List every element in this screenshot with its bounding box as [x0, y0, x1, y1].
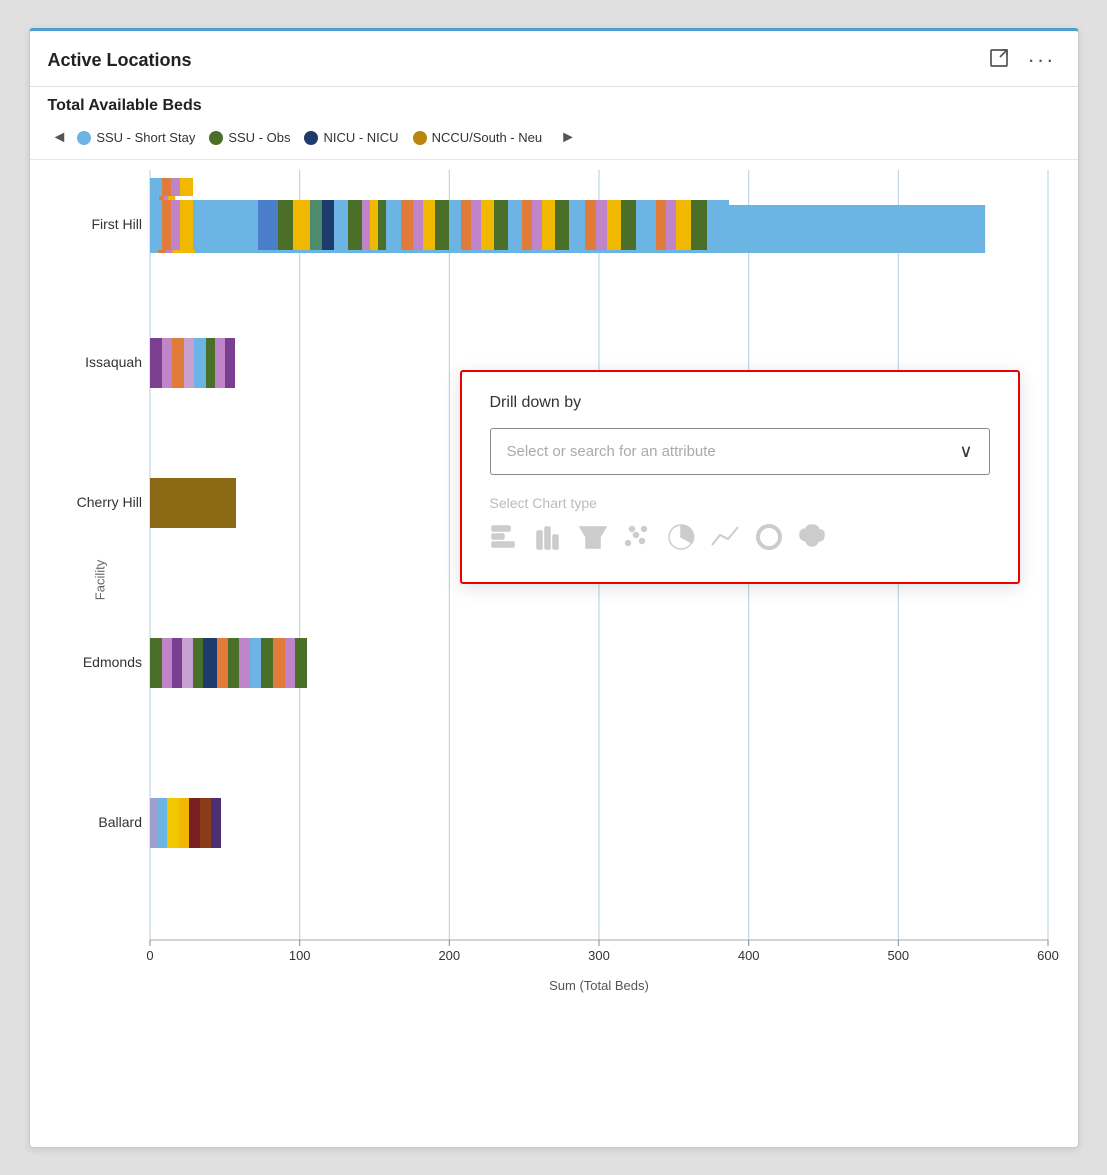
chevron-down-icon: ∨ — [959, 441, 972, 462]
donut-chart-icon[interactable] — [754, 523, 784, 558]
drill-select-dropdown[interactable]: Select or search for an attribute ∨ — [490, 428, 990, 475]
legend-next-button[interactable]: ► — [556, 127, 580, 149]
legend-label-ssu-obs: SSU - Obs — [228, 130, 290, 145]
drill-select-placeholder: Select or search for an attribute — [507, 443, 716, 460]
legend-item-ssu-short: SSU - Short Stay — [77, 130, 195, 145]
bar-chart-vertical-icon[interactable] — [534, 523, 564, 558]
card-title: Active Locations — [48, 50, 192, 71]
drill-down-popup: Drill down by Select or search for an at… — [460, 370, 1020, 584]
drill-down-title: Drill down by — [490, 394, 990, 412]
x-tick-500: 500 — [887, 948, 909, 963]
y-label-issaquah: Issaquah — [85, 354, 142, 370]
legend-dot-ssu-short — [77, 131, 91, 145]
card-header: Active Locations ··· — [30, 31, 1078, 87]
legend-item-nccu: NCCU/South - Neu — [413, 130, 543, 145]
first-hill-top-bar — [150, 178, 193, 196]
chart-inner: Facility — [150, 170, 1048, 990]
legend-bar: ◄ SSU - Short Stay SSU - Obs NICU - NICU… — [30, 121, 1078, 160]
card-actions: ··· — [984, 45, 1060, 76]
legend-dot-nicu — [304, 131, 318, 145]
wordcloud-chart-icon[interactable] — [798, 523, 832, 558]
legend-label-nccu: NCCU/South - Neu — [432, 130, 543, 145]
chart-title: Total Available Beds — [30, 87, 1078, 121]
ballard-bars — [150, 798, 221, 848]
y-label-edmonds: Edmonds — [82, 654, 141, 670]
legend-dot-ssu-obs — [209, 131, 223, 145]
x-axis-title: Sum (Total Beds) — [549, 978, 649, 993]
legend-dot-nccu — [413, 131, 427, 145]
legend-prev-button[interactable]: ◄ — [48, 127, 72, 149]
legend-item-nicu: NICU - NICU — [304, 130, 398, 145]
x-tick-400: 400 — [737, 948, 759, 963]
pie-chart-icon[interactable] — [666, 523, 696, 558]
y-label-cherry-hill: Cherry Hill — [76, 494, 141, 510]
first-hill-main-bar — [150, 200, 729, 250]
main-card: Active Locations ··· Total Available Bed… — [29, 28, 1079, 1148]
bar-chart-horizontal-icon[interactable] — [490, 523, 520, 558]
x-tick-600: 600 — [1037, 948, 1059, 963]
chart-type-label: Select Chart type — [490, 495, 990, 511]
issaquah-bars — [150, 338, 235, 388]
y-label-first-hill: First Hill — [91, 216, 142, 232]
legend-label-ssu-short: SSU - Short Stay — [96, 130, 195, 145]
expand-button[interactable] — [984, 45, 1014, 76]
cherry-hill-bars — [150, 478, 236, 528]
edmonds-bars — [150, 638, 307, 688]
line-chart-icon[interactable] — [710, 523, 740, 558]
y-label-ballard: Ballard — [98, 814, 142, 830]
y-axis-title: Facility — [92, 559, 107, 599]
scatter-chart-icon[interactable] — [622, 523, 652, 558]
chart-type-icons — [490, 523, 990, 558]
legend-label-nicu: NICU - NICU — [323, 130, 398, 145]
chart-area: Facility — [30, 160, 1078, 1060]
x-tick-300: 300 — [588, 948, 610, 963]
funnel-chart-icon[interactable] — [578, 523, 608, 558]
x-tick-0: 0 — [146, 948, 153, 963]
x-tick-100: 100 — [288, 948, 310, 963]
legend-item-ssu-obs: SSU - Obs — [209, 130, 290, 145]
x-tick-200: 200 — [438, 948, 460, 963]
more-options-button[interactable]: ··· — [1024, 45, 1060, 75]
